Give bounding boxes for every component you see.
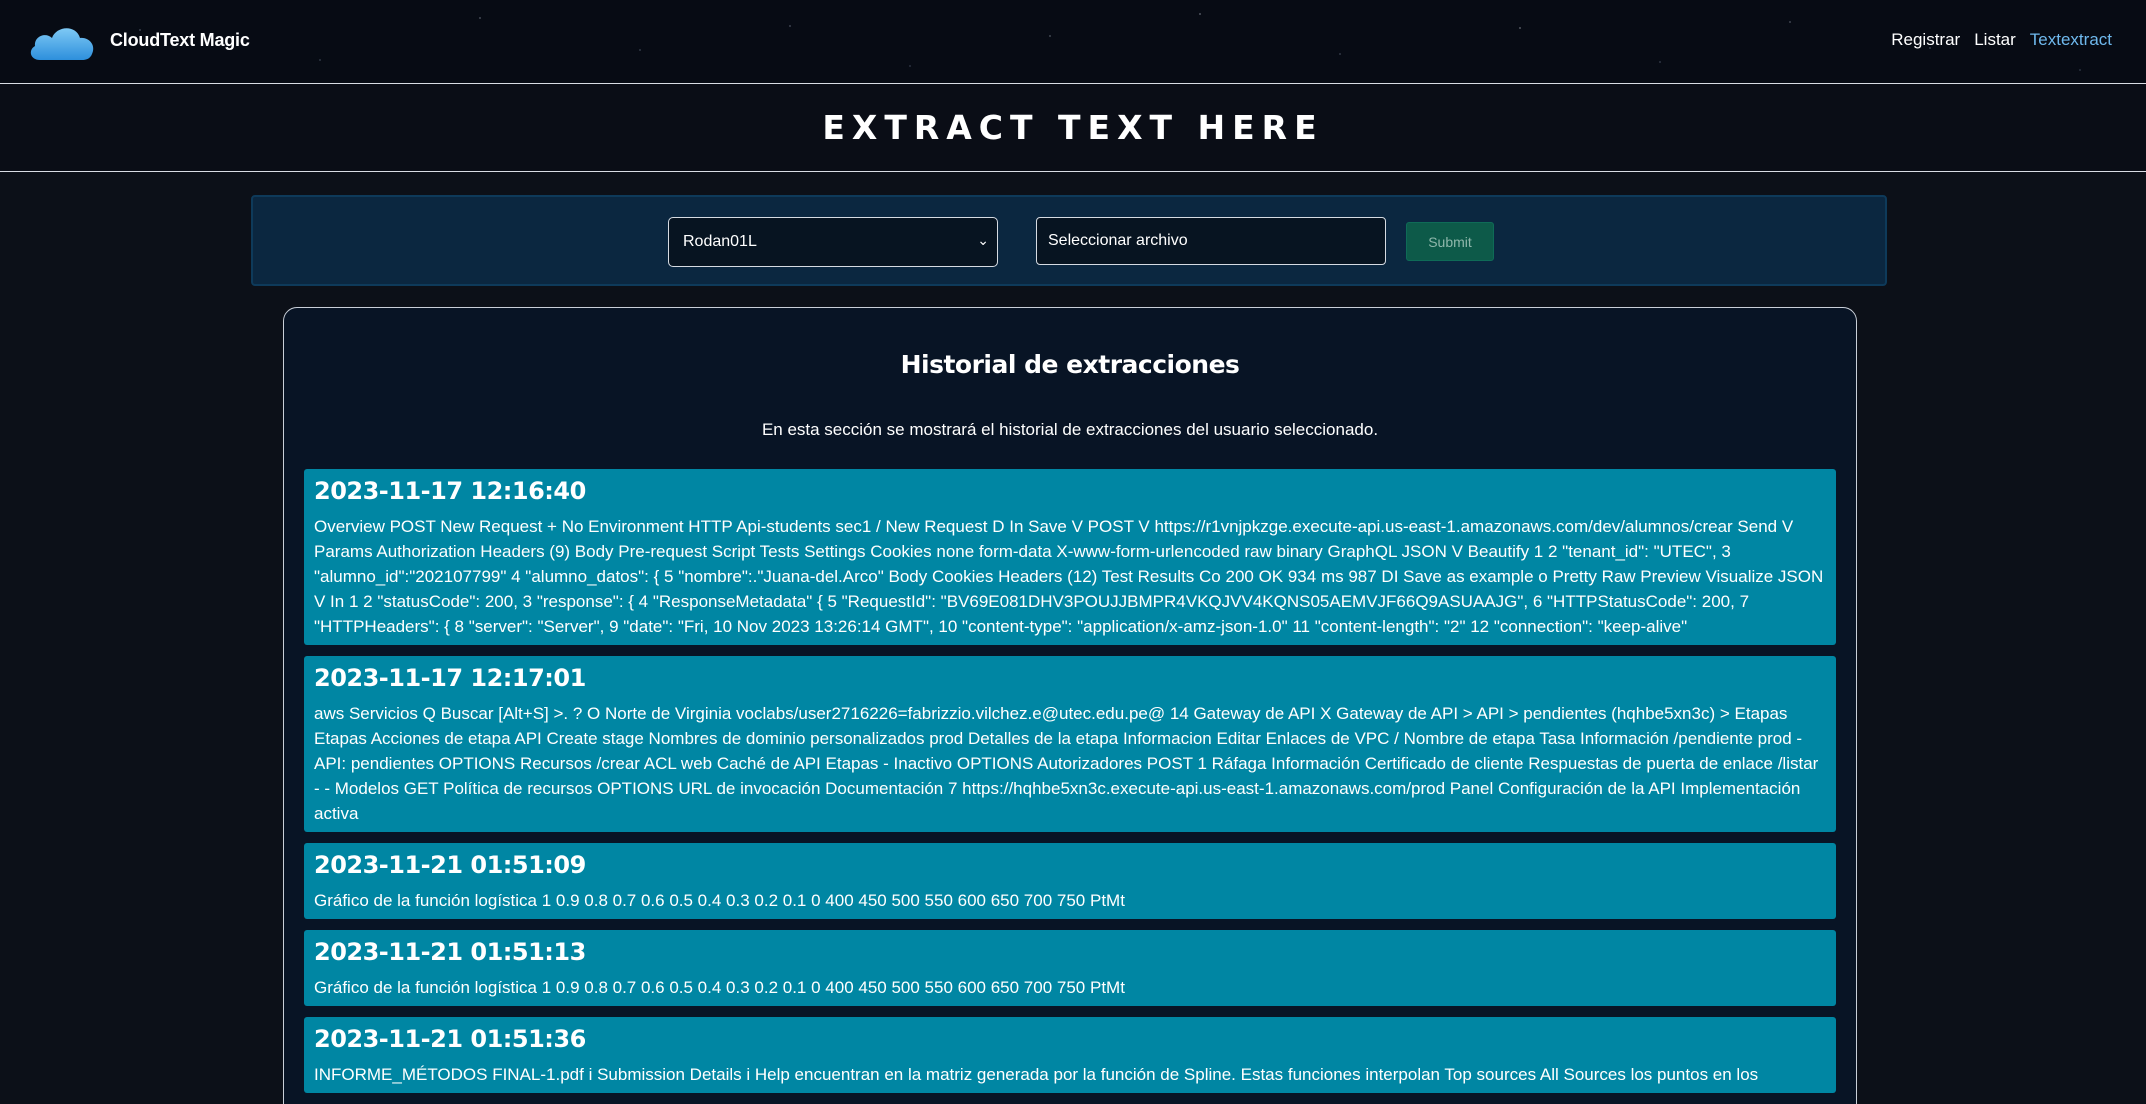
cloud-logo-icon[interactable]	[26, 20, 96, 64]
nav-link-registrar[interactable]: Registrar	[1891, 30, 1960, 50]
user-select[interactable]: Rodan01L ⌄	[668, 217, 998, 267]
entry-date: 2023-11-21 01:51:13	[314, 938, 586, 966]
history-title: Historial de extracciones	[900, 350, 1240, 379]
chevron-down-icon: ⌄	[977, 232, 989, 248]
nav-link-textextract[interactable]: Textextract	[2030, 30, 2112, 50]
entry-date: 2023-11-21 01:51:36	[314, 1025, 586, 1053]
history-entry: 2023-11-17 12:17:01 aws Servicios Q Busc…	[304, 656, 1836, 832]
page-banner: EXTRACT TEXT HERE	[0, 84, 2146, 172]
history-description: En esta sección se mostrará el historial…	[761, 420, 1379, 439]
history-panel: Historial de extracciones En esta secció…	[283, 307, 1857, 1104]
submit-button[interactable]: Submit	[1406, 222, 1494, 261]
entry-text: Gráfico de la función logística 1 0.9 0.…	[314, 891, 1125, 910]
brand-name[interactable]: CloudText Magic	[110, 30, 250, 51]
main-nav: Registrar Listar Textextract	[1891, 30, 2112, 50]
entry-text: INFORME_MÉTODOS FINAL-1.pdf i Submission…	[314, 1065, 1759, 1084]
top-navbar: CloudText Magic Registrar Listar Textext…	[0, 0, 2146, 84]
page-title: EXTRACT TEXT HERE	[822, 108, 1324, 147]
history-list: 2023-11-17 12:16:40 Overview POST New Re…	[304, 469, 1836, 1104]
history-entry: 2023-11-17 12:16:40 Overview POST New Re…	[304, 469, 1836, 645]
user-select-value: Rodan01L	[683, 233, 757, 250]
entry-text: Gráfico de la función logística 1 0.9 0.…	[314, 978, 1125, 997]
history-entry: 2023-11-21 01:51:36 INFORME_MÉTODOS FINA…	[304, 1017, 1836, 1093]
file-input[interactable]: Seleccionar archivo	[1036, 217, 1386, 265]
nav-link-listar[interactable]: Listar	[1974, 30, 2016, 50]
extract-form: Rodan01L ⌄ Seleccionar archivo Submit	[251, 195, 1887, 286]
history-entry: 2023-11-21 01:51:13 Gráfico de la funció…	[304, 930, 1836, 1006]
entry-text: aws Servicios Q Buscar [Alt+S] >. ? O No…	[314, 704, 1819, 823]
file-input-label: Seleccionar archivo	[1048, 232, 1188, 249]
history-entry: 2023-11-21 01:51:09 Gráfico de la funció…	[304, 843, 1836, 919]
entry-date: 2023-11-17 12:16:40	[314, 477, 586, 505]
entry-text: Overview POST New Request + No Environme…	[314, 517, 1824, 636]
entry-date: 2023-11-17 12:17:01	[314, 664, 586, 692]
entry-date: 2023-11-21 01:51:09	[314, 851, 586, 879]
